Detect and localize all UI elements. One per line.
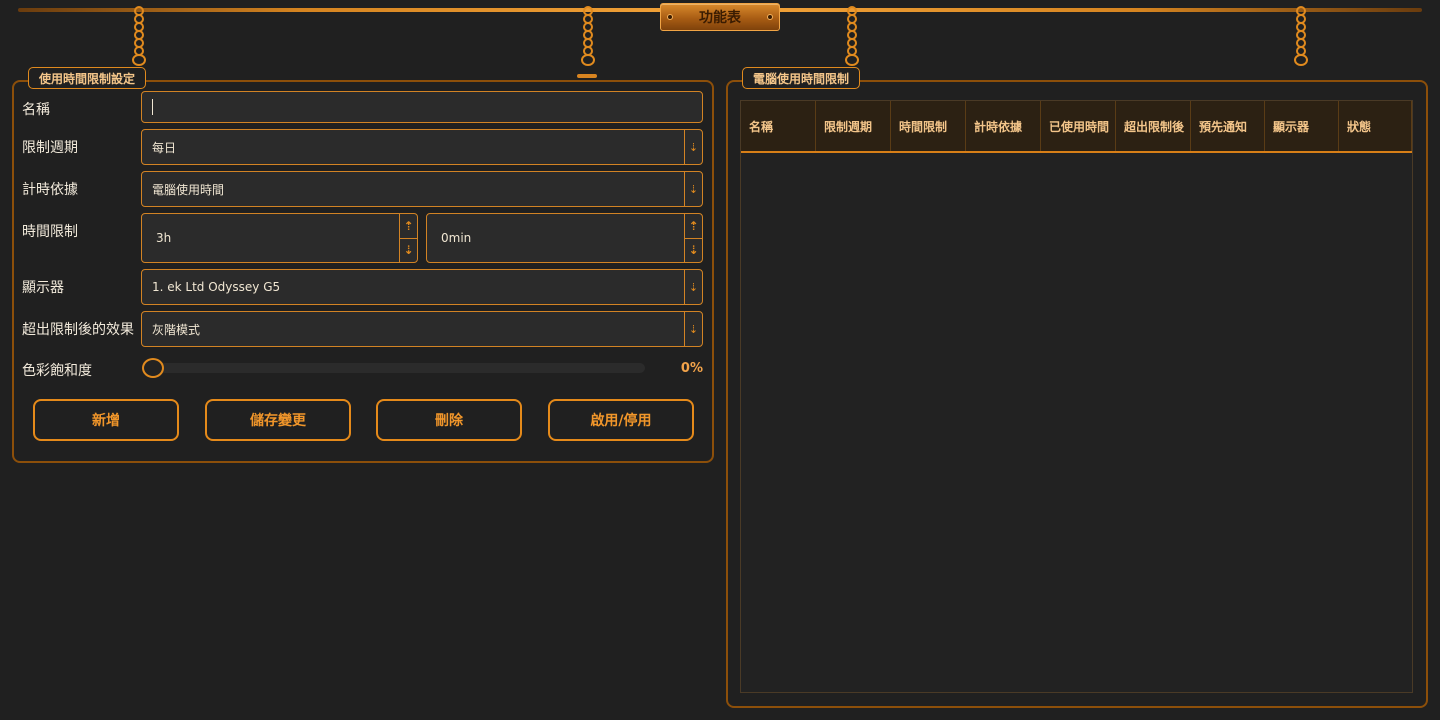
column-header[interactable]: 限制週期 bbox=[816, 101, 891, 151]
rivet-icon bbox=[667, 14, 673, 20]
column-header[interactable]: 超出限制後 bbox=[1116, 101, 1191, 151]
limits-list-title: 電腦使用時間限制 bbox=[742, 67, 861, 89]
saturation-slider-thumb[interactable] bbox=[142, 358, 164, 378]
column-header[interactable]: 時間限制 bbox=[891, 101, 966, 151]
basis-value: 電腦使用時間 bbox=[152, 182, 225, 197]
table-header: 名稱 限制週期 時間限制 計時依據 已使用時間 超出限制後 預先通知 顯示器 狀態 bbox=[741, 101, 1412, 153]
chain-anchor bbox=[577, 74, 597, 78]
column-header[interactable]: 顯示器 bbox=[1265, 101, 1339, 151]
column-header[interactable]: 狀態 bbox=[1339, 101, 1412, 151]
saturation-label: 色彩飽和度 bbox=[22, 363, 92, 379]
name-input[interactable] bbox=[141, 91, 703, 123]
chain-decoration bbox=[1294, 6, 1308, 66]
name-label: 名稱 bbox=[22, 102, 50, 118]
chain-decoration bbox=[132, 6, 146, 66]
delete-button[interactable]: 刪除 bbox=[376, 399, 522, 441]
enable-disable-button[interactable]: 啟用/停用 bbox=[548, 399, 694, 441]
menu-title: 功能表 bbox=[699, 10, 741, 26]
save-changes-button[interactable]: 儲存變更 bbox=[205, 399, 351, 441]
column-header[interactable]: 預先通知 bbox=[1191, 101, 1265, 151]
dropdown-arrow-icon[interactable]: ⇣ bbox=[684, 172, 702, 206]
monitor-value: 1. ek Ltd Odyssey G5 bbox=[152, 280, 281, 294]
column-header[interactable]: 名稱 bbox=[741, 101, 816, 151]
hours-spinbox[interactable]: 3h ⇡ ⇣ bbox=[141, 213, 418, 263]
settings-panel-title: 使用時間限制設定 bbox=[28, 67, 147, 89]
period-label: 限制週期 bbox=[22, 140, 78, 156]
column-header[interactable]: 計時依據 bbox=[966, 101, 1041, 151]
monitor-select[interactable]: 1. ek Ltd Odyssey G5 ⇣ bbox=[141, 269, 703, 305]
add-button[interactable]: 新增 bbox=[33, 399, 179, 441]
spin-down-icon[interactable]: ⇣ bbox=[685, 237, 702, 263]
basis-select[interactable]: 電腦使用時間 ⇣ bbox=[141, 171, 703, 207]
time-limit-label: 時間限制 bbox=[22, 224, 78, 240]
dropdown-arrow-icon[interactable]: ⇣ bbox=[684, 270, 702, 304]
hours-value: 3h bbox=[156, 231, 172, 245]
menu-button[interactable]: 功能表 bbox=[660, 3, 780, 31]
spin-up-icon[interactable]: ⇡ bbox=[400, 214, 417, 238]
spin-up-icon[interactable]: ⇡ bbox=[685, 214, 702, 238]
limits-table[interactable]: 名稱 限制週期 時間限制 計時依據 已使用時間 超出限制後 預先通知 顯示器 狀態 bbox=[740, 100, 1413, 693]
chain-decoration bbox=[581, 6, 595, 66]
period-value: 每日 bbox=[152, 140, 177, 155]
minutes-spinbox[interactable]: 0min ⇡ ⇣ bbox=[426, 213, 703, 263]
dropdown-arrow-icon[interactable]: ⇣ bbox=[684, 312, 702, 346]
dropdown-arrow-icon[interactable]: ⇣ bbox=[684, 130, 702, 164]
saturation-slider-track[interactable] bbox=[143, 363, 645, 373]
basis-label: 計時依據 bbox=[22, 182, 78, 198]
minutes-value: 0min bbox=[441, 231, 472, 245]
monitor-label: 顯示器 bbox=[22, 280, 64, 296]
effect-label: 超出限制後的效果 bbox=[22, 322, 134, 338]
period-select[interactable]: 每日 ⇣ bbox=[141, 129, 703, 165]
saturation-value: 0% bbox=[680, 361, 703, 376]
chain-decoration bbox=[845, 6, 859, 66]
name-text-field[interactable] bbox=[153, 92, 702, 122]
column-header[interactable]: 已使用時間 bbox=[1041, 101, 1116, 151]
rivet-icon bbox=[767, 14, 773, 20]
effect-value: 灰階模式 bbox=[152, 322, 201, 337]
effect-select[interactable]: 灰階模式 ⇣ bbox=[141, 311, 703, 347]
app-window: 功能表 使用時間限制設定 名稱 限制週期 每日 ⇣ 計時依據 電腦使用時間 ⇣ … bbox=[0, 0, 1440, 720]
spin-down-icon[interactable]: ⇣ bbox=[400, 237, 417, 263]
